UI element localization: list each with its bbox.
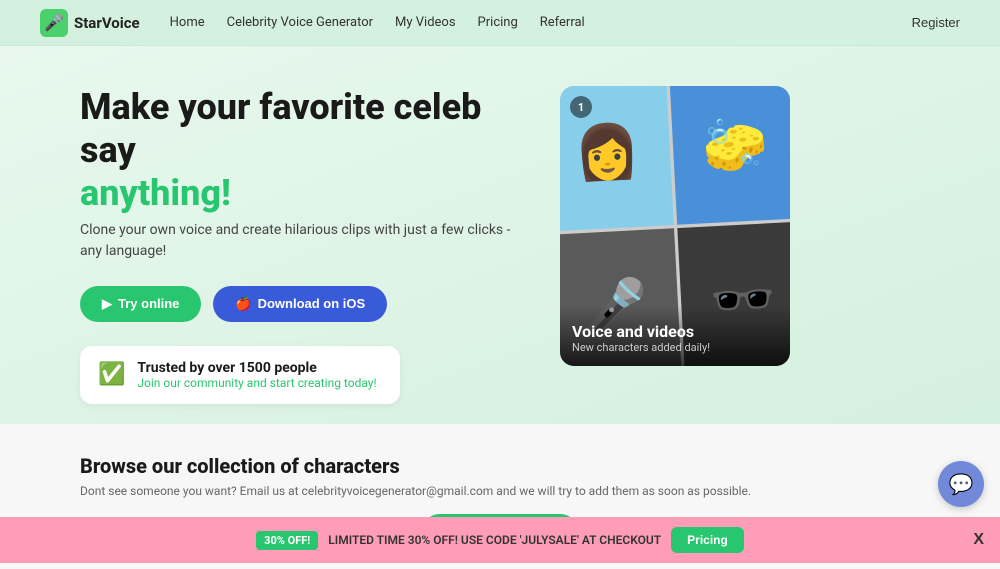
celeb-emoji-spongebob: 🧽 [669,86,790,224]
discord-fab[interactable]: 💬 [938,461,984,507]
trust-content: Trusted by over 1500 people Join our com… [137,360,376,390]
hero-title: Make your favorite celeb say anything! [80,86,520,216]
collage-container: 👩 🧽 🎤 🕶️ 1 Voice and videos New characte… [560,86,790,366]
try-online-button[interactable]: ▶ Try online [80,286,201,322]
download-ios-label: Download on iOS [258,296,366,311]
collage-cell-2: 🧽 [669,86,790,224]
browse-title: Browse our collection of characters [80,454,920,478]
browse-subtitle: Dont see someone you want? Email us at c… [80,484,920,498]
navbar: 🎤 StarVoice Home Celebrity Voice Generat… [0,0,1000,46]
hero-right: 👩 🧽 🎤 🕶️ 1 Voice and videos New characte… [560,86,790,366]
nav-celeb[interactable]: Celebrity Voice Generator [227,15,373,30]
hero-title-green: anything! [80,172,231,214]
checkmark-icon: ✅ [98,362,125,387]
promo-pricing-button[interactable]: Pricing [671,527,744,553]
register-button[interactable]: Register [912,15,960,30]
promo-close-button[interactable]: X [973,531,984,549]
hero-left: Make your favorite celeb say anything! C… [80,86,520,404]
apple-icon: 🍎 [235,296,251,312]
hero-title-text: Make your favorite celeb say [80,86,481,171]
nav-pricing[interactable]: Pricing [478,15,518,30]
try-online-label: Try online [118,296,179,311]
hero-subtitle: Clone your own voice and create hilariou… [80,220,520,262]
download-ios-button[interactable]: 🍎 Download on iOS [213,286,387,322]
promo-badge: 30% OFF! [256,531,318,550]
collage-overlay: Voice and videos New characters added da… [560,306,790,366]
hero-section: Make your favorite celeb say anything! C… [0,46,1000,424]
page-number: 1 [570,96,592,118]
logo-icon: 🎤 [40,9,68,37]
hero-buttons: ▶ Try online 🍎 Download on iOS [80,286,520,322]
discord-icon: 💬 [949,472,974,496]
collage-sub: New characters added daily! [572,341,778,354]
nav-referral[interactable]: Referral [540,15,585,30]
play-icon: ▶ [102,296,112,312]
trust-box: ✅ Trusted by over 1500 people Join our c… [80,346,400,404]
brand-name: StarVoice [74,14,140,32]
nav-home[interactable]: Home [170,15,205,30]
logo-area[interactable]: 🎤 StarVoice [40,9,140,37]
trust-title: Trusted by over 1500 people [137,360,376,376]
nav-videos[interactable]: My Videos [395,15,456,30]
promo-text: LIMITED TIME 30% OFF! USE CODE 'JULYSALE… [328,533,661,547]
trust-sub: Join our community and start creating to… [137,376,376,390]
collage-title: Voice and videos [572,322,778,341]
promo-banner: 30% OFF! LIMITED TIME 30% OFF! USE CODE … [0,517,1000,563]
nav-links: Home Celebrity Voice Generator My Videos… [170,15,912,30]
